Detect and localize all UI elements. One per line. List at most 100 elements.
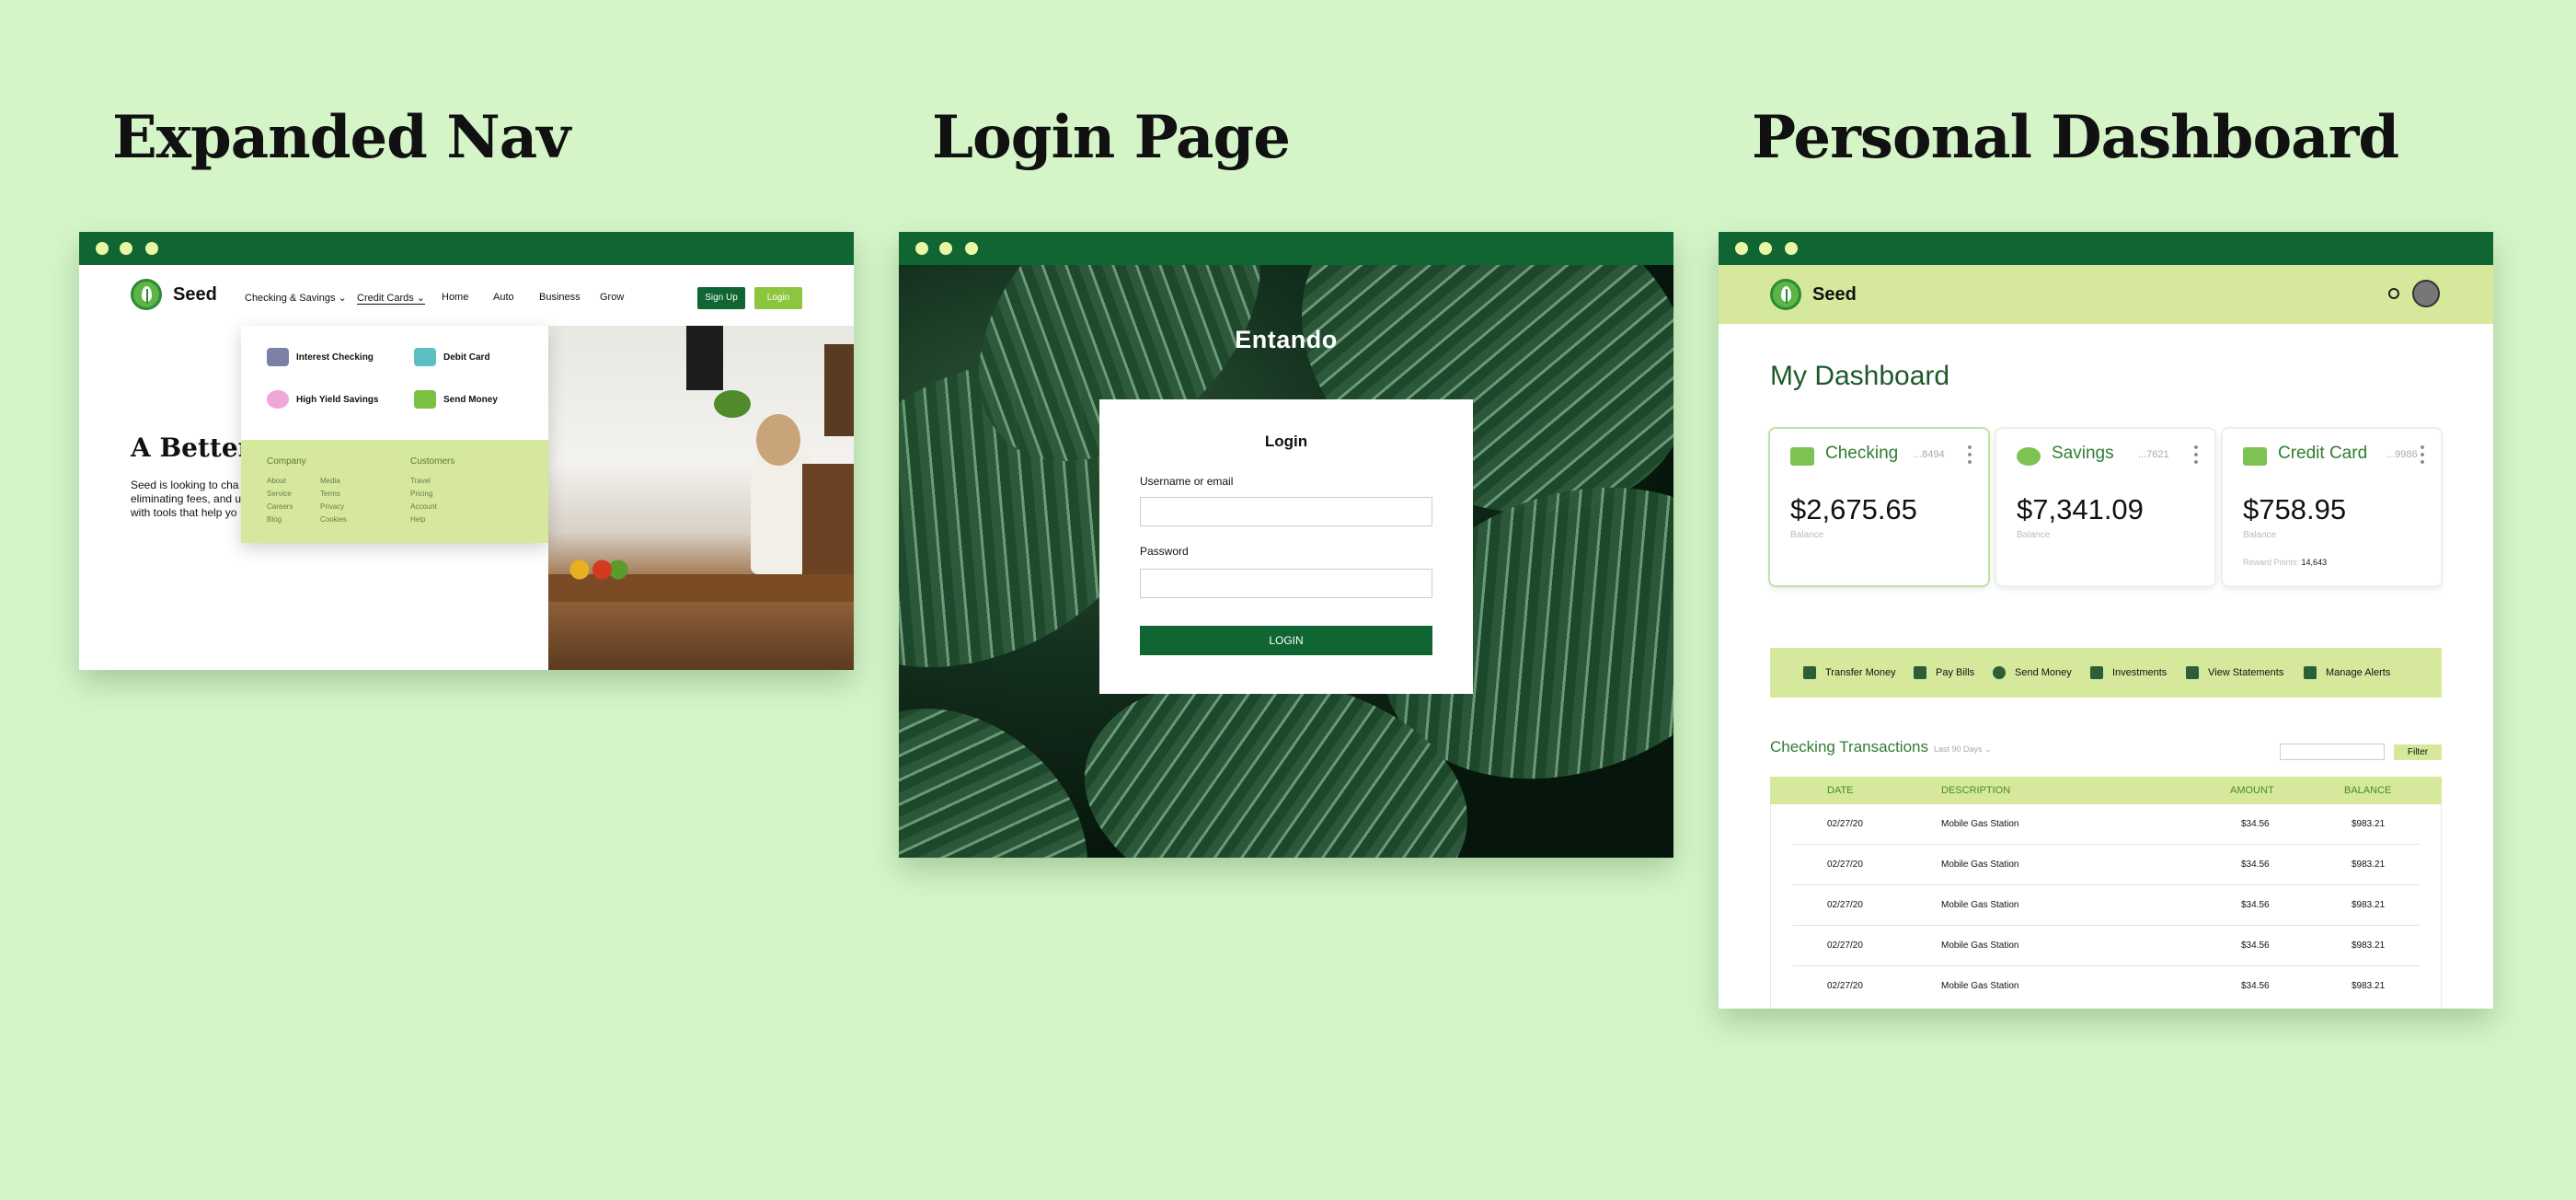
company-heading: Company (267, 456, 306, 467)
window-dot[interactable] (939, 242, 952, 255)
table-row[interactable]: 02/27/20 Mobile Gas Station $34.56 $983.… (1792, 966, 2420, 1007)
col-description[interactable]: DESCRIPTION (1941, 785, 2010, 796)
link-careers[interactable]: Careers (267, 502, 293, 511)
reward-label: Reward Points: (2243, 558, 2300, 567)
nav-auto[interactable]: Auto (493, 292, 514, 303)
cell-description: Mobile Gas Station (1941, 860, 2019, 870)
nav-credit-cards[interactable]: Credit Cards ⌄ (357, 292, 426, 305)
action-view-statements[interactable]: View Statements (2186, 666, 2283, 679)
money-icon (414, 390, 436, 409)
hero-line: Seed is looking to cha (131, 479, 239, 491)
balance-label: Balance (2017, 530, 2051, 540)
table-row[interactable]: 02/27/20 Mobile Gas Station $34.56 $983.… (1792, 804, 2420, 845)
col-date[interactable]: DATE (1827, 785, 1854, 796)
window-titlebar (1719, 232, 2493, 265)
dropdown-interest-checking[interactable]: Interest Checking (267, 348, 374, 366)
avatar[interactable] (2412, 280, 2440, 307)
account-number: ...8494 (1914, 449, 1945, 460)
sun-icon (267, 348, 289, 366)
link-blog[interactable]: Blog (267, 515, 282, 524)
filter-input[interactable] (2280, 744, 2385, 760)
table-row[interactable]: 02/27/20 Mobile Gas Station $34.56 $983.… (1792, 926, 2420, 966)
leaf-icon (131, 279, 162, 310)
window-dot[interactable] (1759, 242, 1772, 255)
credit-card-account-card[interactable]: Credit Card ...9986 $758.95 Balance Rewa… (2223, 429, 2441, 585)
action-label: View Statements (2208, 667, 2284, 678)
dropdown-item-label: Interest Checking (296, 352, 374, 363)
window-titlebar (79, 232, 854, 265)
col-balance[interactable]: BALANCE (2344, 785, 2391, 796)
leaf-icon (1770, 279, 1801, 310)
link-privacy[interactable]: Privacy (320, 502, 344, 511)
action-label: Transfer Money (1825, 667, 1896, 678)
seed-logo[interactable]: Seed (131, 279, 217, 310)
checking-account-card[interactable]: Checking ...8494 $2,675.65 Balance (1770, 429, 1988, 585)
link-account[interactable]: Account (410, 502, 437, 511)
cell-description: Mobile Gas Station (1941, 819, 2019, 829)
brand-name: Seed (173, 283, 217, 305)
window-dot[interactable] (120, 242, 132, 255)
action-transfer-money[interactable]: Transfer Money (1803, 666, 1896, 679)
table-row[interactable]: 02/27/20 Mobile Gas Station $34.56 $983.… (1792, 885, 2420, 926)
nav-home[interactable]: Home (442, 292, 468, 303)
hero-line: with tools that help yo (131, 506, 237, 519)
kebab-menu-icon[interactable] (1968, 444, 1972, 464)
action-label: Pay Bills (1936, 667, 1975, 678)
link-media[interactable]: Media (320, 477, 340, 485)
kebab-menu-icon[interactable] (2194, 444, 2198, 464)
link-terms[interactable]: Terms (320, 490, 340, 498)
transactions-title: Checking Transactions (1770, 738, 1928, 756)
window-dot[interactable] (965, 242, 978, 255)
password-input[interactable] (1140, 569, 1432, 598)
login-submit-button[interactable]: LOGIN (1140, 626, 1432, 655)
dashboard-header: Seed (1719, 265, 2493, 324)
action-pay-bills[interactable]: Pay Bills (1914, 666, 1974, 679)
login-card-title: Login (1264, 433, 1308, 450)
range-dropdown[interactable]: Last 90 Days ⌄ (1934, 744, 1992, 755)
dropdown-high-yield-savings[interactable]: High Yield Savings (267, 390, 378, 409)
action-investments[interactable]: Investments (2090, 666, 2167, 679)
link-pricing[interactable]: Pricing (410, 490, 432, 498)
dropdown-debit-card[interactable]: Debit Card (414, 348, 490, 366)
reward-value: 14,643 (2301, 558, 2328, 567)
link-travel[interactable]: Travel (410, 477, 431, 485)
link-service[interactable]: Service (267, 490, 292, 498)
account-name: Savings (2052, 444, 2114, 463)
seed-logo[interactable]: Seed (1770, 279, 1857, 310)
filter-button[interactable]: Filter (2394, 744, 2442, 760)
cell-amount: $34.56 (2241, 819, 2270, 829)
link-cookies[interactable]: Cookies (320, 515, 347, 524)
signup-button[interactable]: Sign Up (697, 287, 745, 309)
link-help[interactable]: Help (410, 515, 425, 524)
chart-icon (2090, 666, 2103, 679)
action-manage-alerts[interactable]: Manage Alerts (2304, 666, 2390, 679)
action-send-money[interactable]: Send Money (1993, 666, 2072, 679)
login-button[interactable]: Login (754, 287, 802, 309)
window-dot[interactable] (96, 242, 109, 255)
window-dot[interactable] (1735, 242, 1748, 255)
savings-account-card[interactable]: Savings ...7621 $7,341.09 Balance (1996, 429, 2214, 585)
username-input[interactable] (1140, 497, 1432, 526)
checking-icon (1790, 447, 1814, 466)
nav-business[interactable]: Business (539, 292, 581, 303)
kebab-menu-icon[interactable] (2421, 444, 2424, 464)
hero-text: Seed is looking to cha eliminating fees,… (131, 479, 241, 520)
nav-grow[interactable]: Grow (600, 292, 624, 303)
dropdown-item-label: High Yield Savings (296, 394, 379, 405)
window-dot[interactable] (915, 242, 928, 255)
cell-description: Mobile Gas Station (1941, 940, 2019, 951)
dropdown-send-money[interactable]: Send Money (414, 390, 498, 409)
account-balance: $2,675.65 (1790, 493, 1917, 525)
hero-heading: A Better (131, 433, 252, 463)
credit-card-icon (2243, 447, 2267, 466)
send-money-icon (1993, 666, 2006, 679)
table-row[interactable]: 02/27/20 Mobile Gas Station $34.56 $983.… (1792, 845, 2420, 885)
col-amount[interactable]: AMOUNT (2230, 785, 2274, 796)
link-about[interactable]: About (267, 477, 286, 485)
cell-balance: $983.21 (2352, 819, 2386, 829)
search-icon[interactable] (2388, 288, 2399, 299)
window-dot[interactable] (1785, 242, 1798, 255)
nav-checking-savings[interactable]: Checking & Savings ⌄ (245, 292, 347, 304)
window-dot[interactable] (145, 242, 158, 255)
cell-date: 02/27/20 (1827, 981, 1863, 991)
